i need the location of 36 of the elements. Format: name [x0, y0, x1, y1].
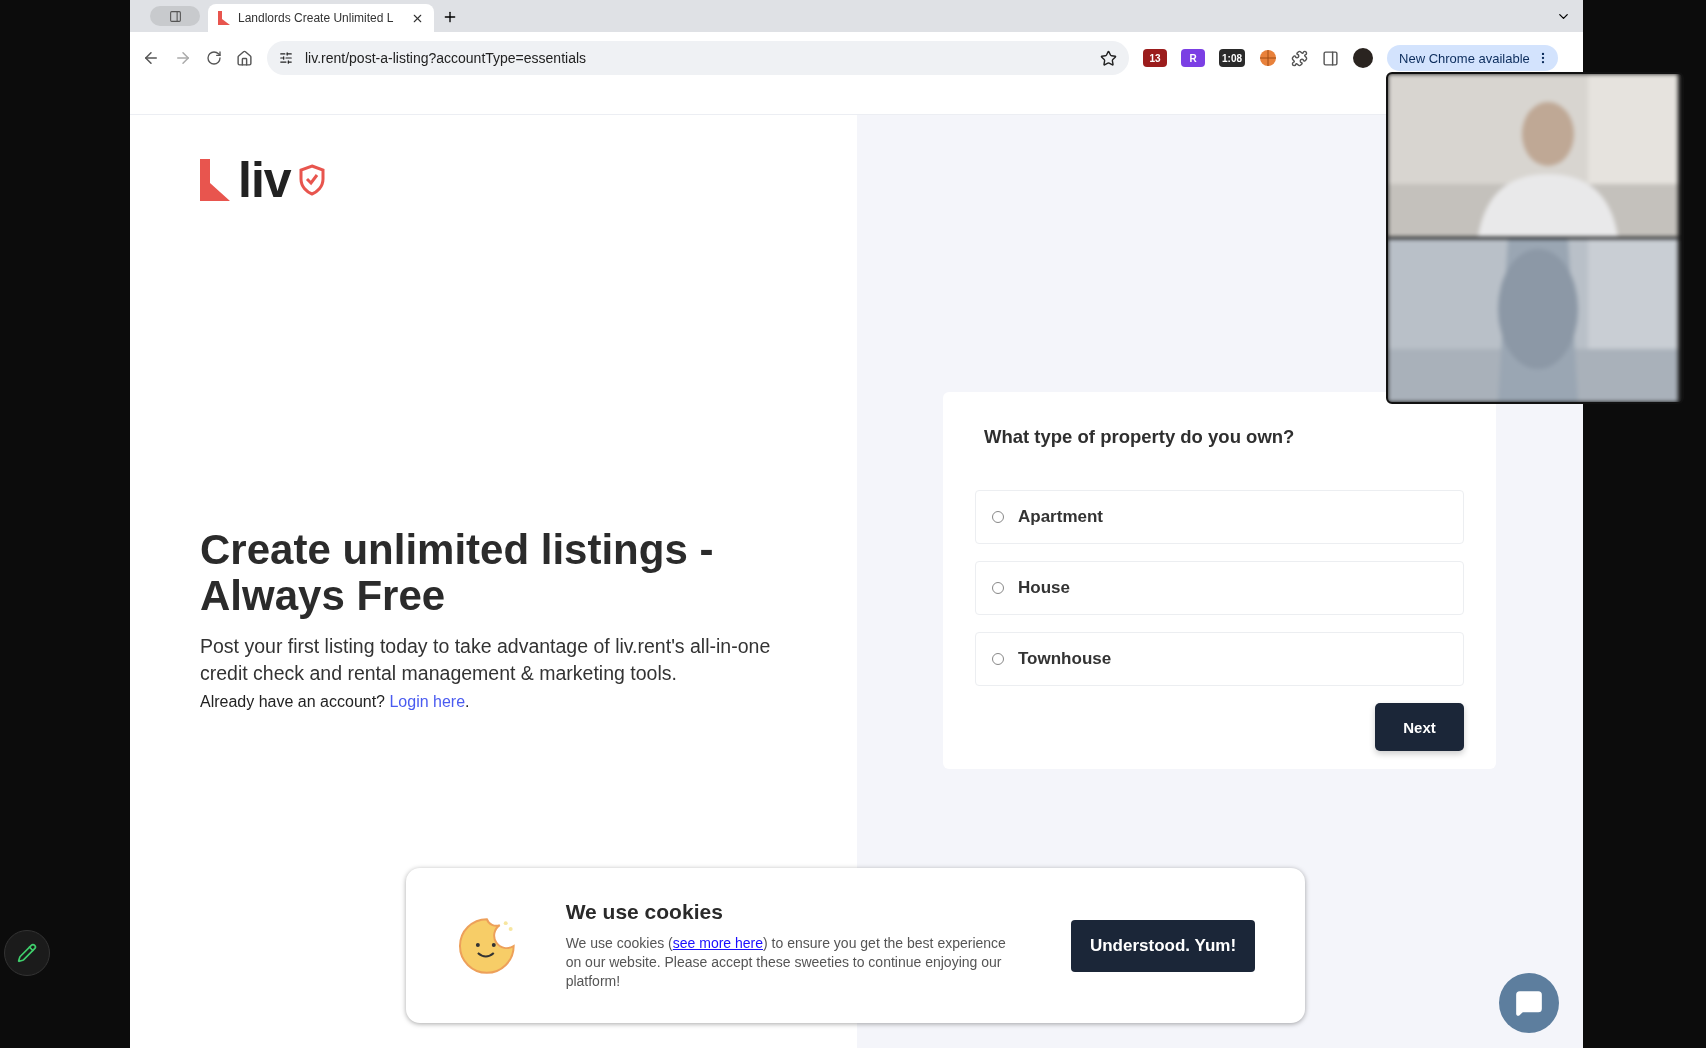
- cookie-text: We use cookies (see more here) to ensure you get the best experience on our website. Please accept these sweeties to continue enjoying our platform!: [565, 934, 1007, 991]
- browser-tab[interactable]: Landlords Create Unlimited L: [208, 4, 434, 32]
- home-icon[interactable]: [236, 49, 253, 67]
- address-bar[interactable]: liv.rent/post-a-listing?accountType=essentials: [267, 41, 1129, 75]
- liv-logo-icon: [218, 11, 230, 25]
- question-title: What type of property do you own?: [984, 426, 1296, 448]
- side-panel-icon[interactable]: [1322, 49, 1339, 67]
- site-settings-icon[interactable]: [279, 51, 293, 65]
- login-prompt: Already have an account? Login here.: [200, 693, 471, 711]
- page-heading: Create unlimited listings - Always Free: [200, 527, 715, 619]
- property-option[interactable]: House: [975, 561, 1464, 615]
- cookie-title: We use cookies: [565, 900, 724, 924]
- see-more-link[interactable]: see more here: [672, 935, 764, 951]
- extensions-icon[interactable]: [1291, 49, 1308, 67]
- shield-check-icon: [298, 164, 325, 196]
- next-button[interactable]: Next: [1375, 703, 1464, 751]
- property-option[interactable]: Townhouse: [975, 632, 1464, 686]
- reload-icon[interactable]: [206, 50, 222, 66]
- extension-badge[interactable]: 13: [1143, 49, 1167, 67]
- logo-text: liv: [238, 155, 291, 205]
- extension-badge[interactable]: R: [1181, 49, 1205, 67]
- property-option[interactable]: Apartment: [975, 490, 1464, 544]
- ball-icon[interactable]: [1259, 49, 1277, 67]
- logo-mark-icon: [200, 159, 230, 201]
- login-link[interactable]: Login here: [389, 693, 466, 710]
- profile-avatar[interactable]: [1353, 48, 1373, 68]
- chat-icon: [1515, 989, 1543, 1017]
- extension-badge[interactable]: 1:08: [1219, 49, 1245, 67]
- pencil-button[interactable]: [4, 930, 50, 976]
- new-tab-icon[interactable]: [442, 9, 458, 25]
- back-icon[interactable]: [142, 49, 160, 67]
- pencil-icon: [17, 943, 37, 963]
- accept-cookies-button[interactable]: Understood. Yum!: [1071, 919, 1255, 972]
- bookmark-star-icon[interactable]: [1100, 49, 1117, 67]
- page-description: Post your first listing today to take advantage of liv.rent's all-in-one credit check and rental management & marketing tools.: [200, 634, 772, 686]
- update-button[interactable]: New Chrome available: [1387, 45, 1558, 71]
